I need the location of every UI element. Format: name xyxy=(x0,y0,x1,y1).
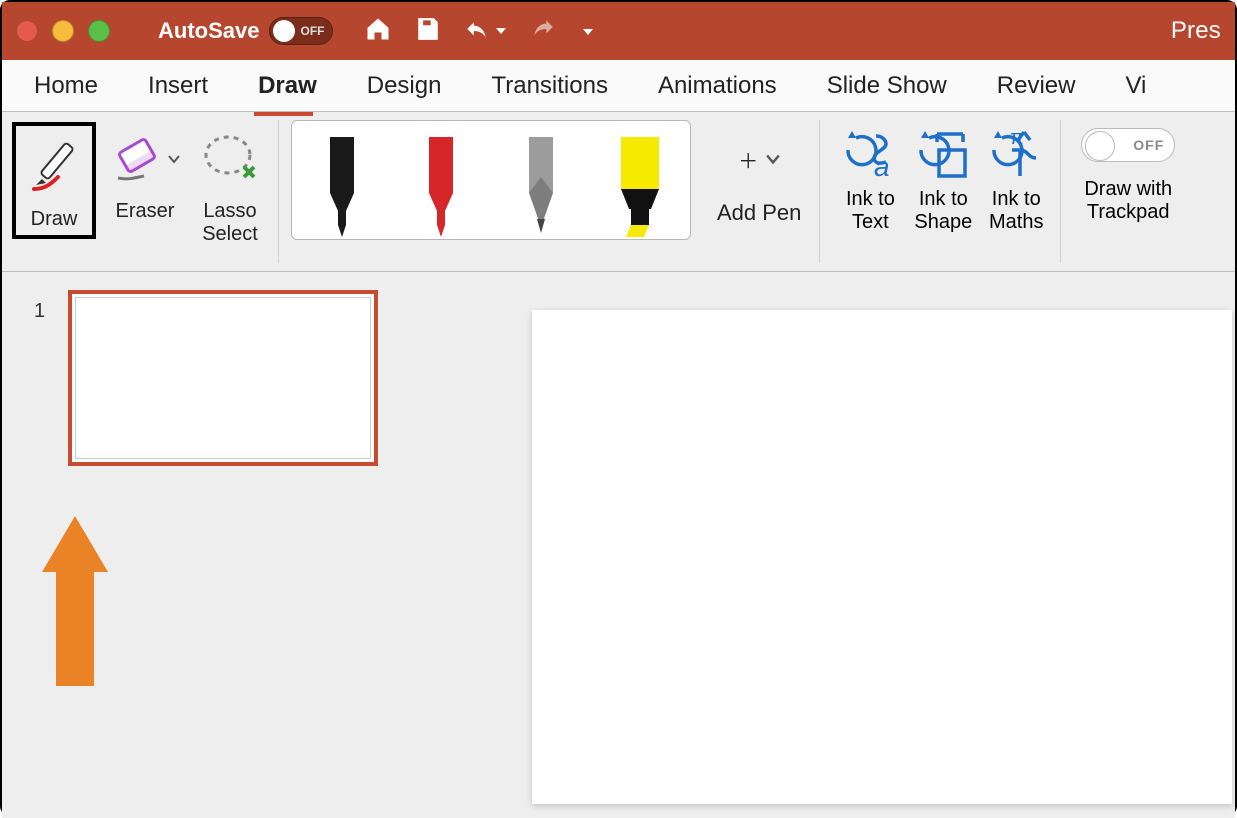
ink-to-maths-label: Ink to Maths xyxy=(989,188,1043,234)
svg-text:π: π xyxy=(1010,127,1024,149)
autosave-control: AutoSave OFF xyxy=(158,17,333,45)
tab-slideshow[interactable]: Slide Show xyxy=(805,66,975,106)
ink-to-maths-icon: π xyxy=(988,126,1044,184)
zoom-window-button[interactable] xyxy=(88,20,110,42)
pencil-icon xyxy=(22,130,86,204)
eraser-button[interactable]: Eraser xyxy=(100,122,190,223)
window-controls xyxy=(16,20,110,42)
tab-review[interactable]: Review xyxy=(975,66,1104,106)
eraser-label: Eraser xyxy=(116,200,175,223)
tab-draw[interactable]: Draw xyxy=(236,66,345,106)
draw-with-trackpad-group: OFF Draw with Trackpad xyxy=(1065,112,1191,271)
autosave-toggle[interactable]: OFF xyxy=(269,17,333,45)
pen-grey-pencil[interactable] xyxy=(511,135,571,239)
qat-customize-icon[interactable] xyxy=(579,20,597,43)
minimize-window-button[interactable] xyxy=(52,20,74,42)
tab-home[interactable]: Home xyxy=(12,66,126,106)
slide-canvas-area[interactable] xyxy=(422,272,1235,818)
undo-icon[interactable] xyxy=(463,18,507,44)
trackpad-toggle[interactable]: OFF xyxy=(1081,128,1175,162)
ink-convert-group: a Ink to Text Ink to Shape π xyxy=(824,112,1056,271)
current-slide[interactable] xyxy=(532,310,1232,804)
trackpad-label: Draw with Trackpad xyxy=(1084,178,1172,224)
add-pen-button[interactable]: ＋ Add Pen xyxy=(699,112,815,271)
pen-highlighter-yellow[interactable] xyxy=(610,135,670,239)
tab-animations[interactable]: Animations xyxy=(636,66,805,106)
group-divider xyxy=(819,120,820,263)
lasso-select-button[interactable]: Lasso Select xyxy=(190,122,270,246)
ribbon-tabs: Home Insert Draw Design Transitions Anim… xyxy=(2,60,1235,112)
tab-design[interactable]: Design xyxy=(345,66,470,106)
ink-to-shape-icon xyxy=(915,126,971,184)
plus-icon: ＋ xyxy=(738,145,758,174)
tab-view[interactable]: Vi xyxy=(1103,66,1174,106)
pen-red[interactable] xyxy=(411,135,471,239)
save-icon[interactable] xyxy=(415,15,441,48)
lasso-label: Lasso Select xyxy=(202,200,258,246)
ink-to-text-icon: a xyxy=(842,126,898,184)
pen-black[interactable] xyxy=(312,135,372,239)
group-divider xyxy=(1060,120,1061,263)
ink-to-shape-button[interactable]: Ink to Shape xyxy=(906,126,980,234)
autosave-label: AutoSave xyxy=(158,18,259,44)
add-pen-label: Add Pen xyxy=(717,200,801,225)
chevron-down-icon[interactable] xyxy=(766,153,780,165)
autosave-state: OFF xyxy=(300,24,324,38)
trackpad-toggle-state: OFF xyxy=(1133,137,1164,153)
editor-area: 1 xyxy=(2,272,1235,818)
draw-tool-label: Draw xyxy=(31,208,78,231)
redo-icon[interactable] xyxy=(529,16,557,47)
draw-tool-button[interactable]: Draw xyxy=(12,122,96,239)
ink-to-shape-label: Ink to Shape xyxy=(914,188,972,234)
home-icon[interactable] xyxy=(363,15,393,48)
slide-thumbnail-1[interactable] xyxy=(68,290,378,466)
slide-thumbnails-pane[interactable]: 1 xyxy=(2,272,422,818)
eraser-icon xyxy=(110,122,180,196)
group-divider xyxy=(278,120,279,263)
tools-group: Draw Eraser xyxy=(2,112,274,271)
quick-access-toolbar xyxy=(363,15,597,48)
ink-to-maths-button[interactable]: π Ink to Maths xyxy=(980,126,1052,234)
chevron-down-icon[interactable] xyxy=(168,154,180,164)
tab-transitions[interactable]: Transitions xyxy=(469,66,635,106)
annotation-arrow xyxy=(32,516,118,686)
ink-to-text-button[interactable]: a Ink to Text xyxy=(834,126,906,234)
slide-number: 1 xyxy=(34,300,45,323)
close-window-button[interactable] xyxy=(16,20,38,42)
lasso-icon xyxy=(200,122,260,196)
document-title: Pres xyxy=(1171,17,1221,45)
tab-insert[interactable]: Insert xyxy=(126,66,236,106)
ribbon-draw: Draw Eraser xyxy=(2,112,1235,272)
window-titlebar: AutoSave OFF Pres xyxy=(2,2,1235,60)
pen-gallery[interactable] xyxy=(291,120,691,240)
ink-to-text-label: Ink to Text xyxy=(846,188,895,234)
